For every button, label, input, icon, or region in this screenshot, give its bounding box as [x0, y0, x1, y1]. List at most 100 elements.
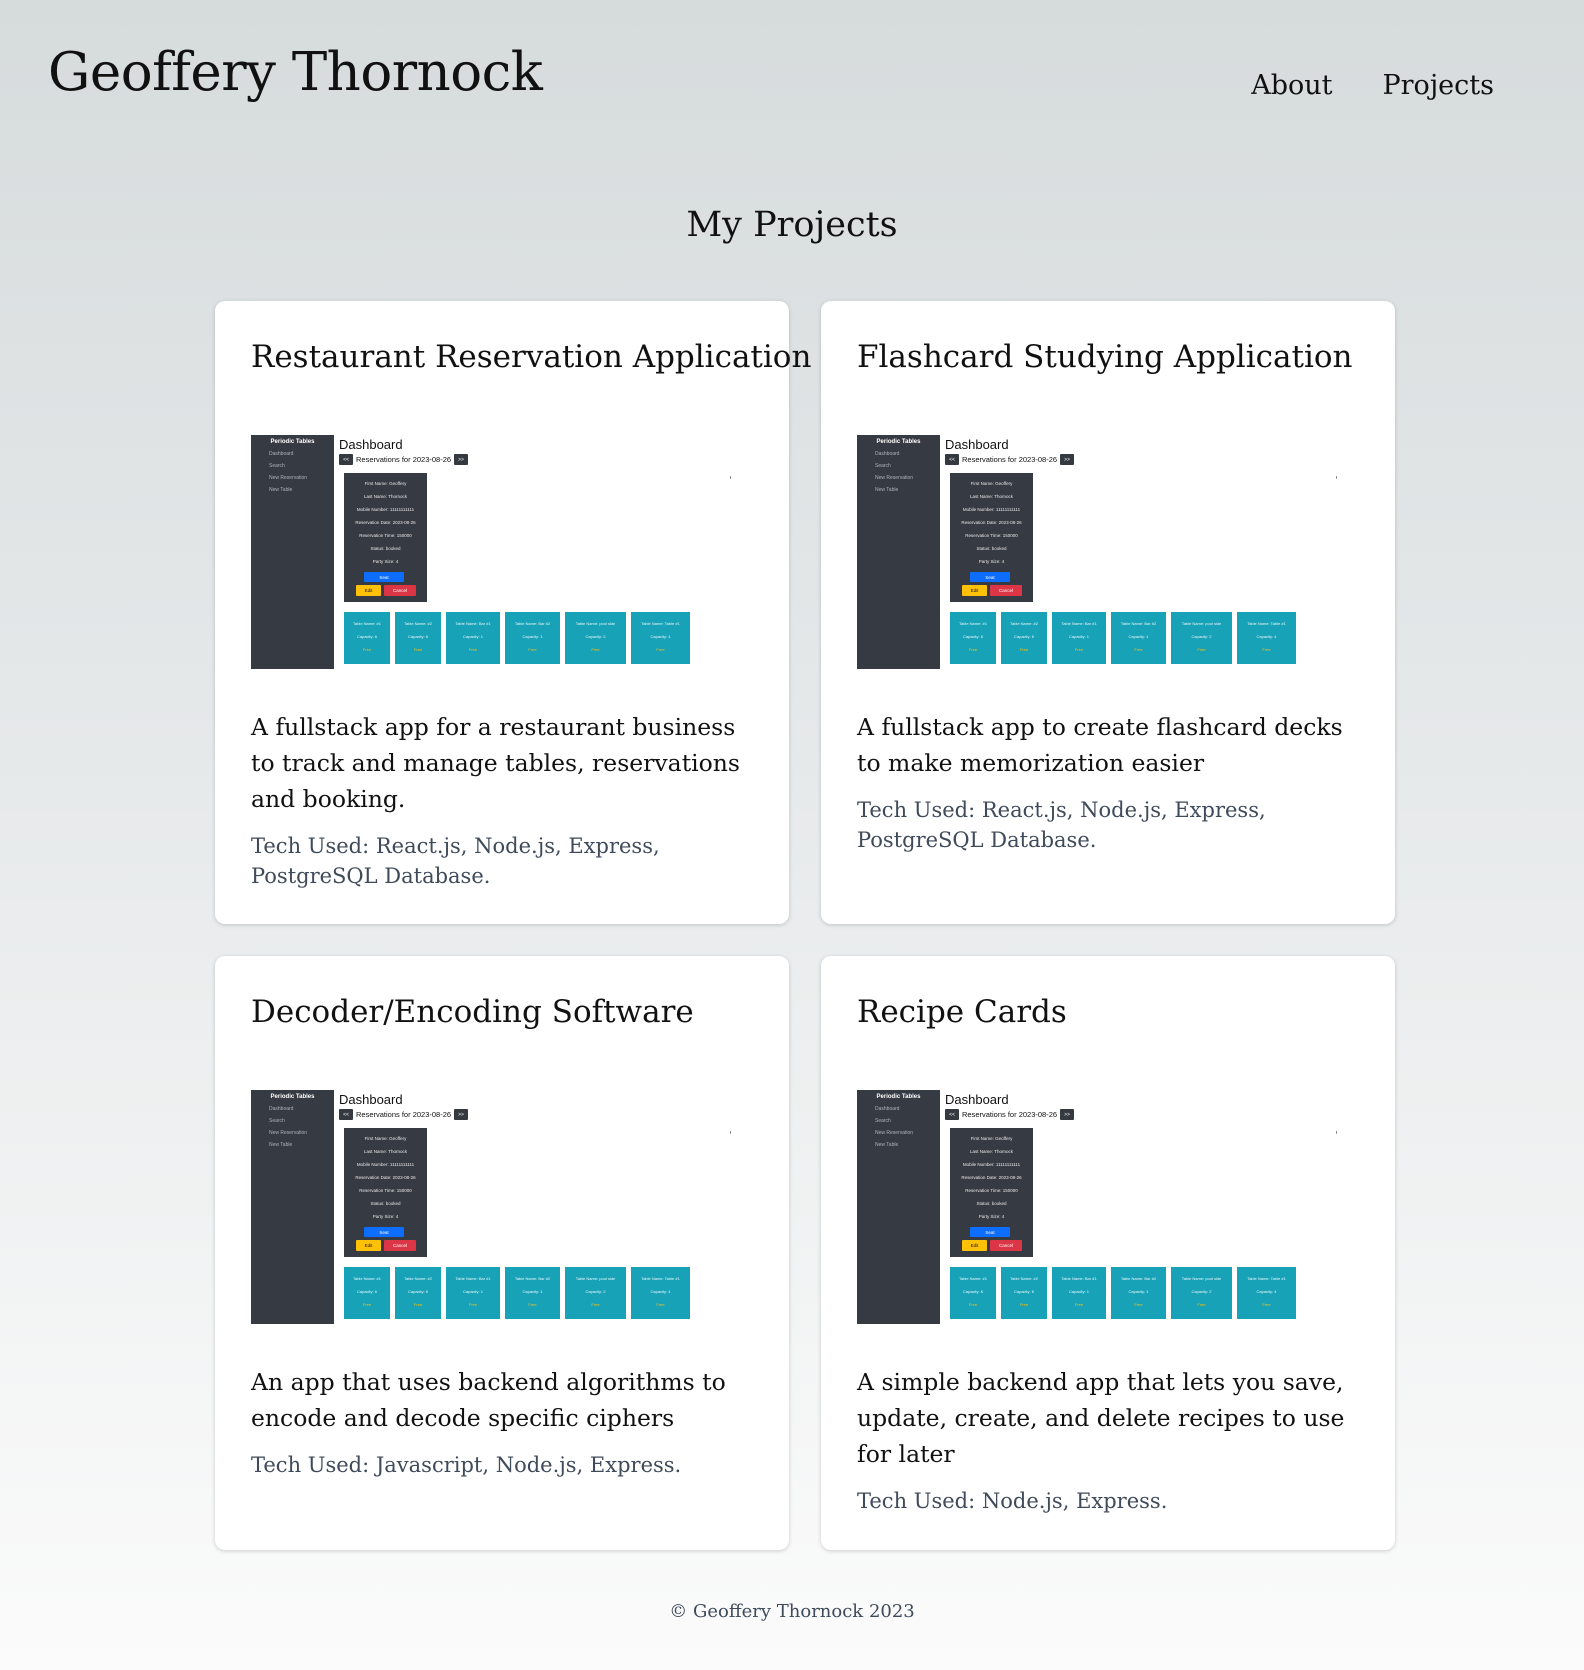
screenshot-table-card: Table Name: #2 Capacity: 6 Free	[1001, 1267, 1047, 1319]
screenshot-table-capacity: Capacity: 2	[1191, 1289, 1212, 1294]
screenshot-reservation-line: First Name: Geoffery	[970, 1136, 1013, 1141]
screenshot-reservation-line: Reservation Time: 150000	[965, 533, 1018, 538]
screenshot-table-status: Free	[413, 1302, 423, 1307]
screenshot-table-card: Table Name: Table #1 Capacity: 4 Free	[631, 612, 690, 664]
screenshot-reservation-line: First Name: Geoffery	[364, 1136, 407, 1141]
screenshot-cancel-label: Cancel	[998, 588, 1013, 593]
screenshot-sidebar-item: New Reservation	[875, 475, 914, 481]
screenshot-sidebar-item: Dashboard	[269, 1106, 294, 1112]
screenshot-next-button: >>	[454, 454, 469, 465]
screenshot-table-card: Table Name: Bar #2 Capacity: 1 Free	[1111, 1267, 1166, 1319]
screenshot-reservation-card: First Name: Geoffery Last Name: Thornock…	[344, 473, 427, 602]
site-header: Geoffery Thornock About Projects	[0, 0, 1584, 170]
screenshot-table-name: Table Name: Bar #2	[1120, 621, 1157, 626]
screenshot-table-status: Free	[591, 1302, 600, 1307]
screenshot-edit-label: Edit	[364, 1243, 373, 1248]
project-tech: Tech Used: React.js, Node.js, Express, P…	[251, 834, 660, 888]
screenshot-table-card: Table Name: Bar #1 Capacity: 1 Free	[1052, 1267, 1106, 1319]
screenshot-seat-label: Seat	[379, 1229, 389, 1235]
screenshot-table-status: Free	[656, 1302, 665, 1307]
screenshot-table-capacity: Capacity: 2	[1191, 634, 1212, 639]
screenshot-sidebar-item: New Reservation	[269, 1130, 308, 1136]
screenshot-date-text: Reservations for 2023-08-26	[356, 1110, 452, 1119]
screenshot-table-card: Table Name: Bar #1 Capacity: 1 Free	[446, 1267, 500, 1319]
nav-projects-link[interactable]: Projects	[1382, 70, 1494, 101]
screenshot-next-button: >>	[454, 1109, 469, 1120]
screenshot-table-capacity: Capacity: 1	[522, 634, 543, 639]
screenshot-table-capacity: Capacity: 6	[1013, 634, 1034, 639]
screenshot-sidebar-item: New Table	[875, 487, 899, 493]
screenshot-table-card: Table Name: pool side Capacity: 2 Free	[1171, 1267, 1232, 1319]
screenshot-table-card: Table Name: Bar #2 Capacity: 1 Free	[505, 612, 560, 664]
screenshot-reservation-line: First Name: Geoffery	[970, 481, 1013, 486]
project-card: Flashcard Studying Application Periodic …	[821, 301, 1395, 924]
screenshot-sidebar-item: Search	[269, 1118, 285, 1124]
screenshot-table-status: Free	[968, 1302, 978, 1307]
screenshot-reservation-line: Last Name: Thornock	[364, 1149, 407, 1154]
screenshot-table-name: Table Name: pool side	[1181, 1276, 1222, 1281]
screenshot-table-status: Free	[1262, 1302, 1271, 1307]
nav-about-link[interactable]: About	[1251, 70, 1332, 101]
project-tech: Tech Used: Node.js, Express.	[857, 1489, 1168, 1513]
project-title: Decoder/Encoding Software	[251, 994, 694, 1030]
screenshot-table-card: Table Name: pool side Capacity: 2 Free	[565, 612, 626, 664]
screenshot-table-status: Free	[1019, 647, 1029, 652]
project-card: Decoder/Encoding Software Periodic Table…	[215, 956, 789, 1550]
screenshot-table-status: Free	[528, 1302, 537, 1307]
screenshot-table-capacity: Capacity: 1	[1068, 634, 1089, 639]
screenshot-table-name: Table Name: #2	[1009, 1276, 1038, 1281]
project-title: Restaurant Reservation Application	[251, 339, 812, 375]
screenshot-reservation-line: Reservation Date: 2023-08-26	[355, 1175, 416, 1180]
project-description: A simple backend app that lets you save,…	[857, 1368, 1345, 1468]
screenshot-table-name: Table Name: Table #1	[1247, 621, 1286, 626]
screenshot-sidebar-title: Periodic Tables	[270, 439, 315, 445]
screenshot-date-text: Reservations for 2023-08-26	[962, 1110, 1058, 1119]
screenshot-table-capacity: Capacity: 6	[962, 634, 983, 639]
project-tech: Tech Used: Javascript, Node.js, Express.	[251, 1453, 682, 1477]
screenshot-table-card: Table Name: Table #1 Capacity: 4 Free	[1237, 612, 1296, 664]
screenshot-reservation-line: Status: booked	[370, 1201, 401, 1206]
screenshot-table-capacity: Capacity: 6	[407, 634, 428, 639]
screenshot-table-card: Table Name: #1 Capacity: 6 Free	[344, 612, 390, 664]
screenshot-table-card: Table Name: Bar #1 Capacity: 1 Free	[1052, 612, 1106, 664]
screenshot-table-name: Table Name: Bar #2	[514, 621, 551, 626]
screenshot-sidebar-item: New Table	[269, 487, 293, 493]
site-title[interactable]: Geoffery Thornock	[48, 42, 543, 103]
screenshot-edit-button: Edit	[356, 585, 381, 596]
screenshot-heading: Dashboard	[945, 437, 1009, 452]
project-tech: Tech Used: React.js, Node.js, Express, P…	[857, 798, 1266, 852]
screenshot-sidebar-item: Dashboard	[875, 451, 900, 457]
screenshot-table-card: Table Name: #1 Capacity: 6 Free	[950, 612, 996, 664]
screenshot-heading: Dashboard	[339, 437, 403, 452]
screenshot-seat-label: Seat	[379, 574, 389, 580]
project-screenshot: Periodic Tables Dashboard Search New Res…	[251, 1090, 731, 1324]
screenshot-table-name: Table Name: Bar #2	[514, 1276, 551, 1281]
screenshot-table-name: Table Name: Bar #1	[1061, 621, 1097, 626]
screenshot-sidebar: Periodic Tables Dashboard Search New Res…	[251, 435, 334, 669]
screenshot-cursor-icon: ↖	[1335, 474, 1337, 483]
screenshot-table-name: Table Name: #1	[352, 621, 381, 626]
screenshot-sidebar-item: New Table	[875, 1142, 899, 1148]
screenshot-sidebar: Periodic Tables Dashboard Search New Res…	[857, 435, 940, 669]
screenshot-table-status: Free	[1197, 647, 1206, 652]
screenshot-date-bar: << Reservations for 2023-08-26 >>	[339, 1108, 469, 1121]
screenshot-heading: Dashboard	[945, 1092, 1009, 1107]
screenshot-table-name: Table Name: #1	[958, 1276, 987, 1281]
screenshot-table-name: Table Name: pool side	[575, 621, 616, 626]
screenshot-cancel-button: Cancel	[990, 1240, 1022, 1251]
screenshot-table-card: Table Name: #2 Capacity: 6 Free	[1001, 612, 1047, 664]
screenshot-sidebar-title: Periodic Tables	[876, 1094, 921, 1100]
screenshot-reservation-line: Status: booked	[370, 546, 401, 551]
screenshot-sidebar-title: Periodic Tables	[876, 439, 921, 445]
screenshot-sidebar-item: Search	[875, 1118, 891, 1124]
project-title: Recipe Cards	[857, 994, 1067, 1030]
screenshot-table-status: Free	[591, 647, 600, 652]
screenshot-table-status: Free	[528, 647, 537, 652]
screenshot-edit-button: Edit	[356, 1240, 381, 1251]
screenshot-table-capacity: Capacity: 4	[1256, 1289, 1277, 1294]
screenshot-reservation-line: Reservation Time: 150000	[965, 1188, 1018, 1193]
screenshot-reservation-line: Party Size: 4	[372, 1214, 399, 1219]
screenshot-reservation-line: Last Name: Thornock	[970, 494, 1013, 499]
screenshot-table-status: Free	[1074, 647, 1084, 652]
project-screenshot: Periodic Tables Dashboard Search New Res…	[251, 435, 731, 669]
